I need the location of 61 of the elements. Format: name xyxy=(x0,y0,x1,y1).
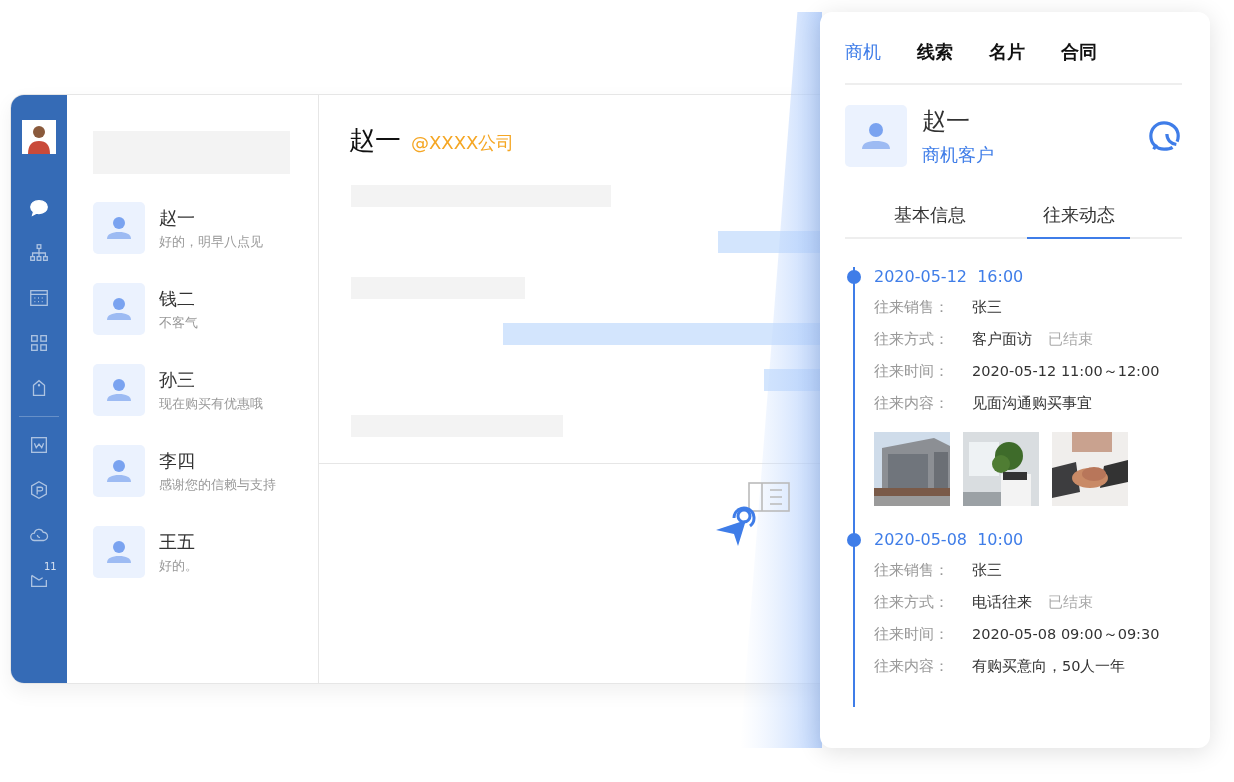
chat-title: 赵一 xyxy=(349,124,401,157)
field-label: 往来时间： xyxy=(874,362,950,381)
person-icon xyxy=(93,364,145,416)
contact-item[interactable]: 孙三 现在购买有优惠哦 xyxy=(93,364,318,416)
contact-item[interactable]: 李四 感谢您的信赖与支持 xyxy=(93,445,318,497)
contact-name: 孙三 xyxy=(159,367,196,392)
contact-name: 王五 xyxy=(159,529,196,554)
message-preview: 好的，明早八点见 xyxy=(159,233,263,251)
field-label: 往来方式： xyxy=(874,330,950,349)
hex-icon[interactable] xyxy=(28,479,50,501)
doc-icon[interactable] xyxy=(28,434,50,456)
contact-item[interactable]: 王五 好的。 xyxy=(93,526,318,578)
detail-tab[interactable]: 基本信息 xyxy=(845,203,1015,237)
message-preview: 不客气 xyxy=(159,314,198,332)
field-label: 往来销售： xyxy=(874,298,950,317)
contact-item[interactable]: 赵一 好的，明早八点见 xyxy=(93,202,318,254)
event-time: 2020-05-08 10:00 xyxy=(874,530,1025,549)
field-value: 2020-05-08 09:00～09:30 xyxy=(972,625,1160,644)
person-icon xyxy=(93,202,145,254)
customer-name: 赵一 xyxy=(922,106,971,137)
message-preview: 好的。 xyxy=(159,557,198,575)
field-value: 张三 xyxy=(972,298,1002,317)
unread-count: 11 xyxy=(44,561,57,572)
detail-tab[interactable]: 往来动态 xyxy=(1027,203,1130,239)
contact-name: 赵一 xyxy=(159,205,196,230)
field-value: 客户面访 xyxy=(972,330,1032,349)
field-value: 有购买意向，50人一年 xyxy=(972,657,1126,676)
company-name: @XXXX公司 xyxy=(411,131,515,155)
category-tab[interactable]: 名片 xyxy=(989,39,1025,64)
field-label: 往来内容： xyxy=(874,394,950,413)
status-text: 已结束 xyxy=(1048,330,1093,349)
status-text: 已结束 xyxy=(1048,593,1093,612)
person-icon xyxy=(93,526,145,578)
person-icon xyxy=(845,105,907,167)
field-value: 电话往来 xyxy=(972,593,1032,612)
field-value: 张三 xyxy=(972,561,1002,580)
chat-icon[interactable] xyxy=(28,197,50,219)
user-avatar[interactable] xyxy=(22,120,56,154)
category-tab[interactable]: 商机 xyxy=(845,39,881,64)
org-icon[interactable] xyxy=(28,242,50,264)
message-preview: 感谢您的信赖与支持 xyxy=(159,476,276,494)
field-label: 往来销售： xyxy=(874,561,950,580)
event-time: 2020-05-12 16:00 xyxy=(874,267,1025,286)
category-tab[interactable]: 线索 xyxy=(917,39,953,64)
customer-type: 商机客户 xyxy=(922,143,995,167)
phone-chat-icon[interactable] xyxy=(1148,119,1182,153)
grid-icon[interactable] xyxy=(28,332,50,354)
contact-item[interactable]: 钱二 不客气 xyxy=(93,283,318,335)
field-label: 往来时间： xyxy=(874,625,950,644)
field-value: 见面沟通购买事宜 xyxy=(972,394,1092,413)
message-preview: 现在购买有优惠哦 xyxy=(159,395,263,413)
person-icon xyxy=(93,283,145,335)
field-label: 往来方式： xyxy=(874,593,950,612)
field-value: 2020-05-12 11:00～12:00 xyxy=(972,362,1160,381)
contact-name: 李四 xyxy=(159,448,196,473)
category-tab[interactable]: 合同 xyxy=(1061,39,1097,64)
panel-toggle-icon[interactable] xyxy=(748,482,790,512)
calendar-icon[interactable] xyxy=(28,287,50,309)
field-label: 往来内容： xyxy=(874,657,950,676)
contact-name: 钱二 xyxy=(159,286,196,311)
person-icon xyxy=(93,445,145,497)
